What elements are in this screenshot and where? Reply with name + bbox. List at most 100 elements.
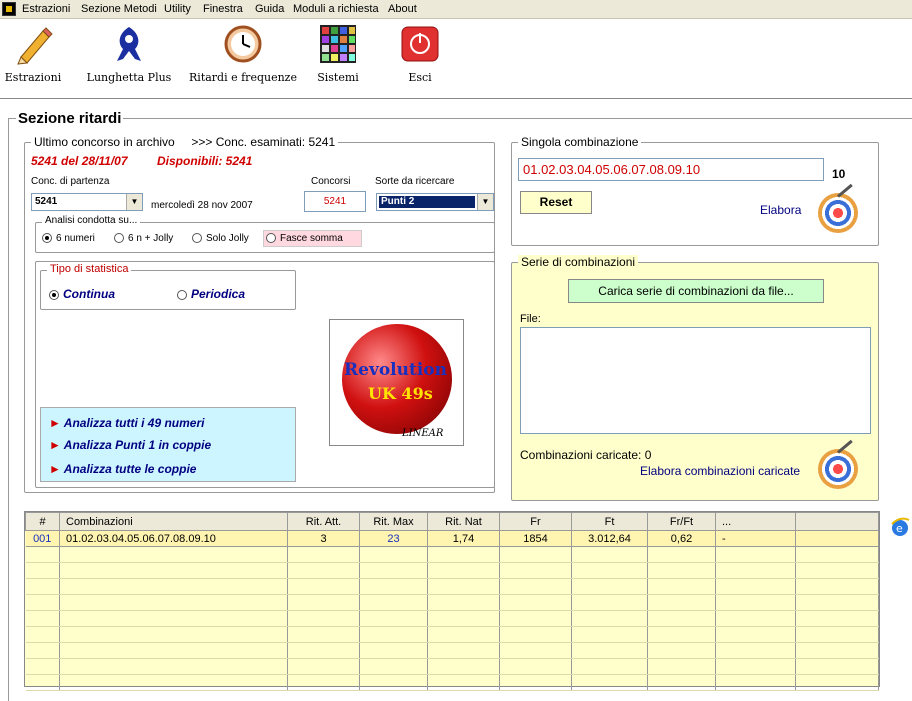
table-cell: 0,62 xyxy=(647,530,716,547)
analysis-group: Analisi condotta su... 6 numeri 6 n + Jo… xyxy=(35,215,495,253)
elabora-loaded-label[interactable]: Elabora combinazioni caricate xyxy=(640,464,800,478)
esci-button[interactable]: Esci xyxy=(396,23,444,84)
radio-off-icon xyxy=(114,233,124,244)
combination-input[interactable]: 01.02.03.04.05.06.07.08.09.10 xyxy=(518,158,824,181)
radio-6n-jolly[interactable]: 6 n + Jolly xyxy=(114,233,173,244)
table-cell: 3 xyxy=(287,530,360,547)
table-cell: 01.02.03.04.05.06.07.08.09.10 xyxy=(59,530,288,547)
logo-text-3: LINEAR xyxy=(402,428,444,439)
radio-periodica[interactable]: Periodica xyxy=(177,287,245,301)
menu-utility[interactable]: Utility xyxy=(164,3,191,15)
table-row-empty xyxy=(25,594,879,611)
radio-continua[interactable]: Continua xyxy=(49,287,115,301)
menu-about[interactable]: About xyxy=(388,3,417,15)
table-row-empty xyxy=(25,610,879,627)
target-icon[interactable] xyxy=(818,183,858,233)
table-row-empty xyxy=(25,546,879,563)
sorte-label: Sorte da ricercare xyxy=(375,176,455,187)
estrazioni-button[interactable]: Estrazioni xyxy=(4,23,62,84)
analyze-couples-link[interactable]: ► Analizza tutte le coppie xyxy=(49,462,196,476)
radio-on-icon xyxy=(49,289,59,300)
chevron-down-icon[interactable]: ▼ xyxy=(477,194,493,210)
radio-fasce-somma[interactable]: Fasce somma xyxy=(263,230,362,247)
radio-off-icon xyxy=(192,233,202,244)
radio-solo-jolly[interactable]: Solo Jolly xyxy=(192,233,249,244)
grid-icon xyxy=(318,23,358,65)
radio-off-icon xyxy=(266,233,276,244)
radio-6-numeri[interactable]: 6 numeri xyxy=(42,233,95,244)
table-cell: 1854 xyxy=(499,530,572,547)
menu-estrazioni[interactable]: Estrazioni xyxy=(22,3,70,15)
concorsi-input[interactable]: 5241 xyxy=(304,191,366,212)
results-table: # Combinazioni Rit. Att. Rit. Max Rit. N… xyxy=(25,512,879,691)
ie-icon[interactable]: e xyxy=(890,514,910,538)
logo-text-2: UK 49s xyxy=(368,384,433,403)
col-header[interactable]: Rit. Att. xyxy=(287,512,360,531)
menu-guida[interactable]: Guida xyxy=(255,3,284,15)
table-cell: 1,74 xyxy=(427,530,500,547)
col-header[interactable]: Rit. Max xyxy=(359,512,428,531)
col-header[interactable]: Ft xyxy=(571,512,648,531)
table-row-empty xyxy=(25,642,879,659)
table-row-empty xyxy=(25,626,879,643)
table-cell: 23 xyxy=(359,530,428,547)
analyze-all-numbers-link[interactable]: ► Analizza tutti i 49 numeri xyxy=(49,416,204,430)
menu-moduli[interactable]: Moduli a richiesta xyxy=(293,3,379,15)
arrow-right-icon: ► xyxy=(49,416,61,430)
ritardi-frequenze-button[interactable]: Ritardi e frequenze xyxy=(188,23,298,84)
power-icon xyxy=(400,23,440,65)
table-cell xyxy=(795,530,879,547)
lottery-logo-icon xyxy=(109,23,149,65)
archive-title: Ultimo concorso in archivo >>> Conc. esa… xyxy=(31,135,339,149)
table-row-empty xyxy=(25,562,879,579)
table-row-empty xyxy=(25,658,879,675)
chevron-down-icon[interactable]: ▼ xyxy=(126,194,142,210)
statistics-frame: Tipo di statistica Continua Periodica Re… xyxy=(35,261,495,488)
table-row[interactable]: 001 01.02.03.04.05.06.07.08.09.10 3 23 1… xyxy=(25,530,879,547)
file-label: File: xyxy=(520,313,541,325)
col-header[interactable]: Rit. Nat xyxy=(427,512,500,531)
sistemi-button[interactable]: Sistemi xyxy=(312,23,364,84)
load-file-button[interactable]: Carica serie di combinazioni da file... xyxy=(568,279,824,303)
combination-count: 10 xyxy=(832,167,846,181)
table-cell: 001 xyxy=(25,530,60,547)
reset-button[interactable]: Reset xyxy=(520,191,592,214)
table-header: # Combinazioni Rit. Att. Rit. Max Rit. N… xyxy=(25,512,879,531)
analyze-punti1-link[interactable]: ► Analizza Punti 1 in coppie xyxy=(49,438,211,452)
table-cell: - xyxy=(715,530,796,547)
file-textarea[interactable] xyxy=(520,327,871,434)
table-row-empty xyxy=(25,578,879,595)
start-combo[interactable]: 5241 ▼ xyxy=(31,193,143,211)
menu-sezione-metodi[interactable]: Sezione Metodi xyxy=(81,3,157,15)
elabora-label[interactable]: Elabora xyxy=(760,203,801,217)
col-header[interactable]: # xyxy=(25,512,60,531)
clock-icon xyxy=(223,23,263,65)
available-count: Disponibili: 5241 xyxy=(157,154,253,168)
start-date: mercoledì 28 nov 2007 xyxy=(151,200,253,211)
single-combination-group: Singola combinazione 01.02.03.04.05.06.0… xyxy=(511,135,879,246)
col-header[interactable]: Fr xyxy=(499,512,572,531)
col-header[interactable]: Combinazioni xyxy=(59,512,288,531)
lunghetta-plus-button[interactable]: Lunghetta Plus xyxy=(84,23,174,84)
stat-type-group: Tipo di statistica Continua Periodica xyxy=(40,263,296,310)
svg-text:e: e xyxy=(896,522,903,535)
loaded-count: Combinazioni caricate: 0 xyxy=(520,448,652,462)
results-grid[interactable]: # Combinazioni Rit. Att. Rit. Max Rit. N… xyxy=(24,511,880,691)
concorsi-label: Concorsi xyxy=(311,176,351,187)
archive-group: Ultimo concorso in archivo >>> Conc. esa… xyxy=(24,135,495,493)
logo-text-1: Revolution xyxy=(344,360,447,380)
toolbar: Estrazioni Lunghetta Plus Ritardi e freq… xyxy=(0,19,912,99)
analyze-panel: ► Analizza tutti i 49 numeri ► Analizza … xyxy=(40,407,296,482)
app-icon[interactable] xyxy=(2,2,16,16)
series-group: Serie di combinazioni Carica serie di co… xyxy=(511,255,879,501)
revolution-logo: Revolution UK 49s LINEAR xyxy=(329,319,464,446)
start-label: Conc. di partenza xyxy=(31,176,110,187)
target-icon[interactable] xyxy=(818,439,858,489)
radio-on-icon xyxy=(42,233,52,244)
col-header[interactable]: ... xyxy=(715,512,796,531)
col-header[interactable]: Fr/Ft xyxy=(647,512,716,531)
arrow-right-icon: ► xyxy=(49,462,61,476)
menu-finestra[interactable]: Finestra xyxy=(203,3,243,15)
radio-off-icon xyxy=(177,289,187,300)
sorte-combo[interactable]: Punti 2 ▼ xyxy=(376,193,494,211)
